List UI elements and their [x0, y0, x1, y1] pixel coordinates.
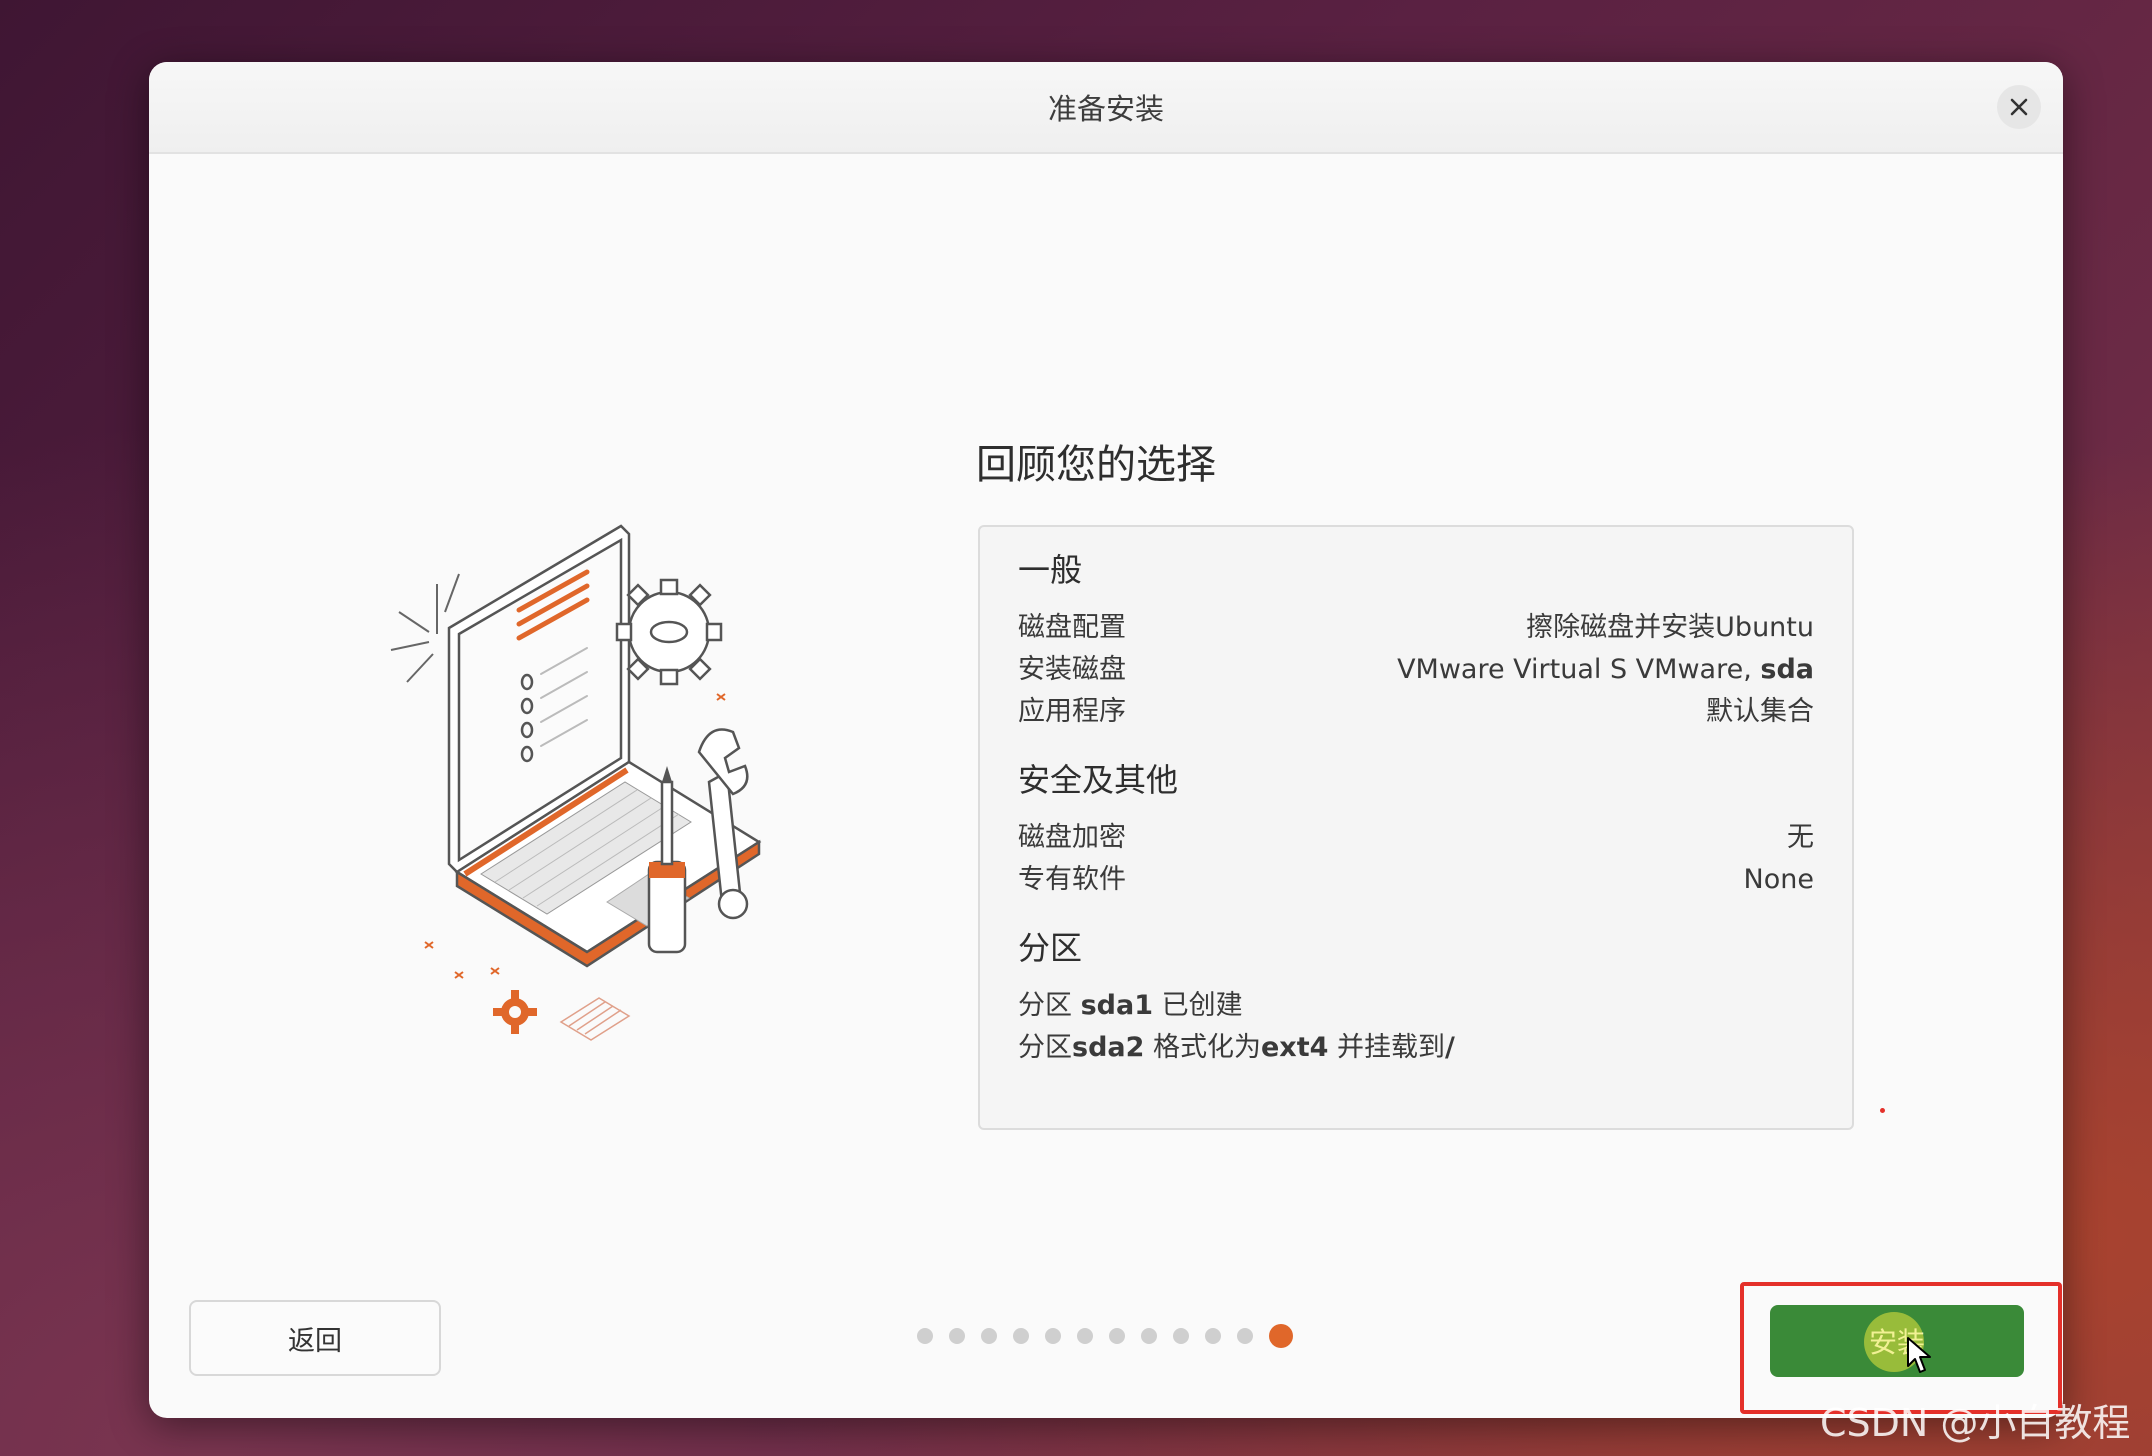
row-label: 专有软件: [1018, 864, 1126, 895]
step-dot: [1045, 1328, 1061, 1344]
annotation-dot: [1880, 1108, 1885, 1113]
summary-row-proprietary-software: 专有软件 None: [1018, 859, 1814, 901]
back-button[interactable]: 返回: [189, 1300, 441, 1376]
close-icon: [2010, 98, 2028, 116]
summary-row-install-disk: 安装磁盘 VMware Virtual S VMware, sda: [1018, 649, 1814, 691]
review-heading: 回顾您的选择: [976, 442, 1216, 488]
step-dot: [1205, 1328, 1221, 1344]
row-value-prefix: VMware Virtual S VMware,: [1397, 654, 1761, 685]
row-label: 磁盘配置: [1018, 612, 1126, 643]
row-value: 擦除磁盘并安装Ubuntu: [1526, 612, 1814, 643]
window-title: 准备安装: [1047, 92, 1164, 126]
step-dot: [1141, 1328, 1157, 1344]
summary-row-disk-encryption: 磁盘加密 无: [1018, 817, 1814, 859]
row-value: VMware Virtual S VMware, sda: [1397, 649, 1814, 691]
step-dot: [1013, 1328, 1029, 1344]
step-dot: [917, 1328, 933, 1344]
row-value-bold: sda: [1760, 654, 1814, 685]
step-progress-dots: [917, 1324, 1293, 1348]
step-dot: [1109, 1328, 1125, 1344]
summary-row-disk-config: 磁盘配置 擦除磁盘并安装Ubuntu: [1018, 607, 1814, 649]
review-summary-panel: 一般 磁盘配置 擦除磁盘并安装Ubuntu 安装磁盘 VMware Virtua…: [978, 525, 1854, 1130]
partition-line-sda2: 分区sda2 格式化为ext4 并挂载到/: [1018, 1032, 1455, 1063]
row-label: 安装磁盘: [1018, 654, 1126, 685]
step-dot-current: [1269, 1324, 1293, 1348]
step-dot: [949, 1328, 965, 1344]
title-bar: 准备安装: [149, 62, 2063, 154]
step-dot: [1077, 1328, 1093, 1344]
step-dot: [1237, 1328, 1253, 1344]
mouse-pointer-icon: [1907, 1337, 1931, 1373]
row-label: 磁盘加密: [1018, 822, 1126, 853]
section-title-partitions: 分区: [1018, 929, 1083, 967]
section-title-general: 一般: [1018, 551, 1083, 589]
section-title-security: 安全及其他: [1018, 761, 1179, 799]
row-value: 无: [1787, 822, 1814, 853]
row-value: None: [1743, 864, 1814, 895]
installer-dialog: 准备安装 回顾您的选择 一般 磁盘配置 擦除磁盘并安装Ubuntu 安装磁盘 V…: [149, 62, 2063, 1418]
laptop-tools-illustration: [390, 524, 762, 1041]
partition-line-sda1: 分区 sda1 已创建: [1018, 990, 1243, 1021]
row-value: 默认集合: [1706, 696, 1814, 727]
step-dot: [981, 1328, 997, 1344]
close-button[interactable]: [1997, 85, 2041, 129]
summary-row-applications: 应用程序 默认集合: [1018, 691, 1814, 733]
step-dot: [1173, 1328, 1189, 1344]
row-label: 应用程序: [1018, 696, 1126, 727]
watermark-text: CSDN @小白教程: [1820, 1401, 2131, 1445]
